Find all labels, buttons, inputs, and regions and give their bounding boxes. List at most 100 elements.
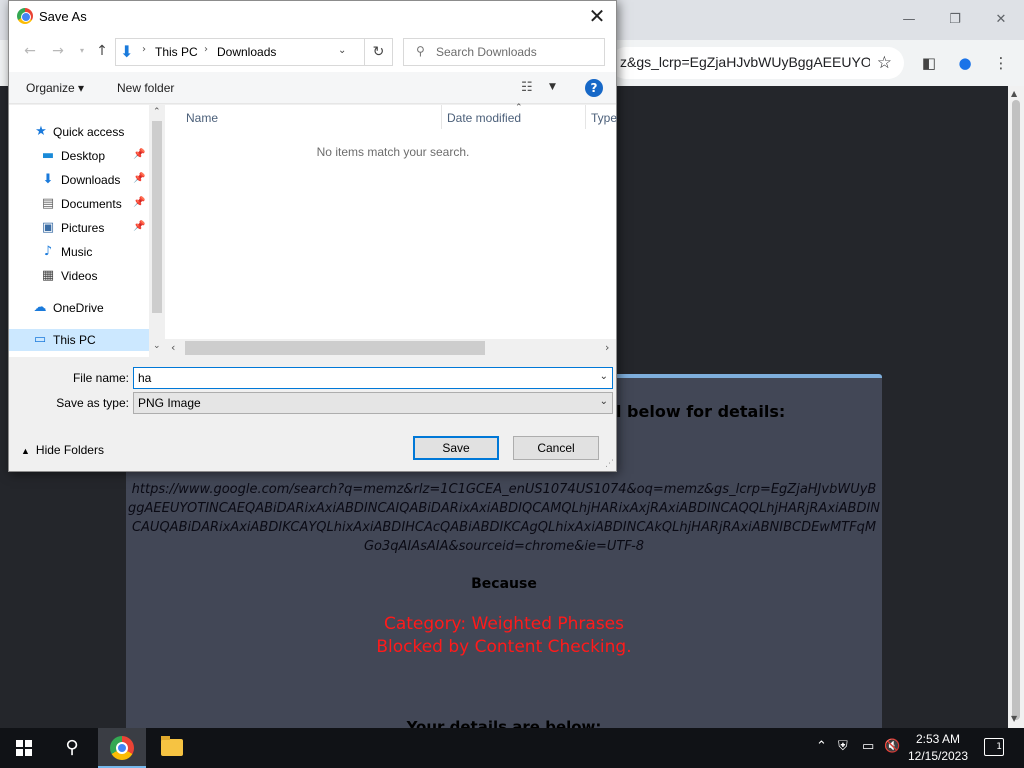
breadcrumb[interactable]: ⬇ › This PC › Downloads ⌄ [115, 38, 365, 66]
cancel-button[interactable]: Cancel [513, 436, 599, 460]
recent-dropdown-icon[interactable]: ▾ [73, 42, 91, 60]
page-scrollbar[interactable]: ▲ ▼ [1008, 86, 1024, 728]
chevron-down-icon[interactable]: ▼ [549, 82, 556, 92]
taskbar-file-explorer[interactable] [148, 728, 196, 768]
notification-icon[interactable]: 1 [984, 738, 1004, 756]
breadcrumb-this-pc[interactable]: This PC [155, 45, 198, 59]
dialog-title: Save As [39, 9, 87, 24]
sidebar-item-label: Quick access [53, 125, 125, 139]
document-icon: ▤ [41, 196, 55, 211]
filename-field[interactable]: ⌄ [133, 367, 613, 389]
column-divider[interactable] [585, 105, 586, 129]
column-date-modified[interactable]: Date modified [447, 111, 521, 125]
search-taskbar-button[interactable]: ⚲ [48, 728, 96, 768]
start-button[interactable] [0, 728, 48, 768]
security-icon[interactable]: ⛨ [838, 739, 848, 754]
side-panel-icon[interactable]: ◧ [918, 52, 940, 74]
chevron-down-icon[interactable]: ⌄ [600, 396, 608, 407]
network-icon[interactable]: ▭ [862, 739, 874, 754]
tray-chevron-up-icon[interactable]: ⌃ [816, 739, 827, 754]
restore-button[interactable]: ❐ [932, 6, 978, 34]
sidebar-item-pictures[interactable]: ▣ Pictures 📌 [9, 217, 149, 239]
taskbar-chrome[interactable] [98, 728, 146, 768]
column-name[interactable]: Name [186, 111, 218, 125]
block-reason: Blocked by Content Checking. [376, 637, 632, 657]
sidebar-item-label: OneDrive [53, 301, 104, 315]
clock-time: 2:53 AM [915, 732, 961, 746]
chevron-down-icon[interactable]: ⌄ [338, 45, 346, 56]
column-divider[interactable] [441, 105, 442, 129]
view-options-icon[interactable]: ☷ [521, 80, 533, 95]
desktop-icon: ▬ [41, 148, 55, 163]
sidebar-item-label: Documents [61, 197, 122, 211]
search-box[interactable]: ⚲ [403, 38, 605, 66]
sidebar-item-onedrive[interactable]: ☁ OneDrive [9, 297, 149, 319]
filename-label: File name: [72, 371, 129, 385]
scroll-thumb[interactable] [1012, 100, 1020, 720]
scroll-down-icon[interactable]: ⌄ [153, 341, 161, 351]
sidebar-item-music[interactable]: ♪ Music [9, 241, 149, 263]
volume-muted-icon[interactable]: 🔇 [884, 739, 900, 754]
filename-input[interactable] [138, 370, 588, 386]
save-form: File name: ⌄ Save as type: PNG Image ⌄ ▲… [9, 357, 616, 471]
sidebar-item-label: Desktop [61, 149, 106, 163]
bookmark-star-icon[interactable]: ☆ [877, 53, 892, 73]
window-close-button[interactable]: ✕ [978, 6, 1024, 34]
hide-folders-button[interactable]: ▲ Hide Folders [21, 443, 104, 457]
new-folder-button[interactable]: New folder [117, 81, 174, 95]
chevron-down-icon[interactable]: ⌄ [600, 371, 608, 382]
clock[interactable]: 2:53 AM 12/15/2023 [900, 731, 976, 765]
pin-icon[interactable]: 📌 [133, 197, 145, 208]
sidebar-item-desktop[interactable]: ▬ Desktop 📌 [9, 145, 149, 167]
scroll-up-icon[interactable]: ⌃ [153, 107, 161, 117]
chevron-right-icon[interactable]: › [204, 44, 208, 55]
pin-icon[interactable]: 📌 [133, 221, 145, 232]
url-text[interactable]: z&gs_lcrp=EgZjaHJvbWUyBggAEEUYO... [620, 54, 870, 70]
savetype-select[interactable]: PNG Image ⌄ [133, 392, 613, 414]
pin-icon[interactable]: 📌 [133, 173, 145, 184]
scroll-down-icon[interactable]: ▼ [1011, 714, 1017, 723]
blocked-url: https://www.google.com/search?q=memz&rlz… [128, 482, 881, 554]
up-arrow-icon[interactable]: ↑ [93, 42, 111, 60]
address-bar[interactable]: z&gs_lcrp=EgZjaHJvbWUyBggAEEUYO... ☆ [610, 47, 904, 79]
help-icon[interactable]: ? [585, 79, 603, 97]
minimize-button[interactable]: — [886, 6, 932, 34]
forward-arrow-icon[interactable]: → [49, 42, 67, 60]
sidebar-item-downloads[interactable]: ⬇ Downloads 📌 [9, 169, 149, 191]
scroll-left-icon[interactable]: ‹ [171, 341, 175, 354]
command-bar: Organize ▾ New folder ☷ ▼ ? [9, 72, 616, 104]
dialog-close-button[interactable]: ✕ [586, 5, 608, 27]
chrome-icon [110, 736, 134, 760]
cloud-icon: ☁ [33, 300, 47, 315]
h-scroll-thumb[interactable] [185, 341, 485, 355]
block-category: Category: Weighted Phrases [383, 614, 625, 634]
sidebar-item-this-pc[interactable]: ▭ This PC [9, 329, 149, 351]
menu-kebab-icon[interactable]: ⋮ [990, 52, 1012, 74]
column-type[interactable]: Type [591, 111, 617, 125]
resize-grip-icon[interactable]: ⋰ [605, 459, 614, 469]
save-button[interactable]: Save [413, 436, 499, 460]
scroll-up-icon[interactable]: ▲ [1011, 89, 1017, 98]
organize-button[interactable]: Organize ▾ [26, 81, 84, 95]
breadcrumb-downloads[interactable]: Downloads [217, 45, 276, 59]
sidebar-item-quick-access[interactable]: ★ Quick access [9, 121, 149, 143]
pin-icon[interactable]: 📌 [133, 149, 145, 160]
nav-scrollbar[interactable]: ⌃ ⌄ [149, 105, 165, 357]
scroll-right-icon[interactable]: › [605, 341, 609, 354]
dialog-titlebar[interactable]: Save As ✕ [9, 1, 616, 32]
profile-icon[interactable]: ● [954, 52, 976, 74]
hide-folders-label: Hide Folders [35, 443, 104, 457]
clock-date: 12/15/2023 [907, 749, 969, 763]
search-input[interactable] [436, 41, 601, 63]
savetype-value: PNG Image [138, 396, 201, 410]
sidebar-item-documents[interactable]: ▤ Documents 📌 [9, 193, 149, 215]
refresh-button[interactable]: ↻ [365, 38, 393, 66]
chevron-right-icon[interactable]: › [142, 44, 146, 55]
back-arrow-icon[interactable]: ← [21, 42, 39, 60]
sidebar-item-label: This PC [53, 333, 96, 347]
taskbar: ⚲ ⌃ ⛨ ▭ 🔇 2:53 AM 12/15/2023 1 [0, 728, 1024, 768]
navigation-pane: ★ Quick access ▬ Desktop 📌 ⬇ Downloads 📌… [9, 105, 165, 357]
sidebar-item-videos[interactable]: ▦ Videos [9, 265, 149, 287]
horizontal-scrollbar[interactable]: ‹ › [165, 339, 616, 357]
nav-scroll-thumb[interactable] [152, 121, 162, 313]
